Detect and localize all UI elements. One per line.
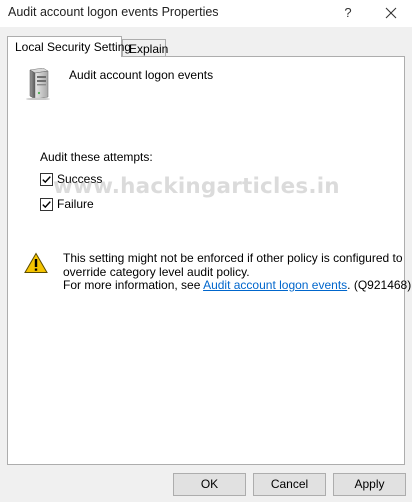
warning-message: This setting might not be enforced if ot… (63, 251, 412, 293)
more-info-prefix: For more information, see (63, 278, 204, 292)
tab-local-security-setting[interactable]: Local Security Setting (7, 36, 131, 57)
more-info-line: For more information, see Audit account … (63, 278, 412, 293)
more-info-suffix: . (Q921468) (347, 278, 412, 292)
close-button[interactable] (378, 3, 404, 23)
warning-line: This setting might not be enforced if ot… (63, 251, 403, 265)
checkmark-icon (42, 201, 51, 209)
warning-line: override category level audit policy. (63, 264, 250, 279)
warning-icon (24, 252, 48, 274)
more-info-link[interactable]: Audit account logon events (203, 278, 347, 292)
ok-button[interactable]: OK (173, 473, 246, 496)
server-icon (21, 67, 53, 101)
failure-label[interactable]: Failure (57, 197, 94, 211)
title-bar: Audit account logon events Properties ? (0, 0, 412, 27)
checkmark-icon (42, 176, 51, 184)
tab-label: Explain (129, 42, 169, 56)
help-button[interactable]: ? (336, 3, 360, 23)
policy-name: Audit account logon events (69, 68, 214, 82)
success-label[interactable]: Success (57, 172, 102, 186)
failure-checkbox[interactable] (40, 198, 53, 211)
audit-attempts-label: Audit these attempts: (40, 150, 153, 164)
cancel-button[interactable]: Cancel (253, 473, 326, 496)
window-title: Audit account logon events Properties (8, 5, 219, 19)
apply-button[interactable]: Apply (333, 473, 406, 496)
tab-label: Local Security Setting (15, 40, 132, 54)
success-checkbox[interactable] (40, 173, 53, 186)
close-icon (385, 7, 397, 19)
